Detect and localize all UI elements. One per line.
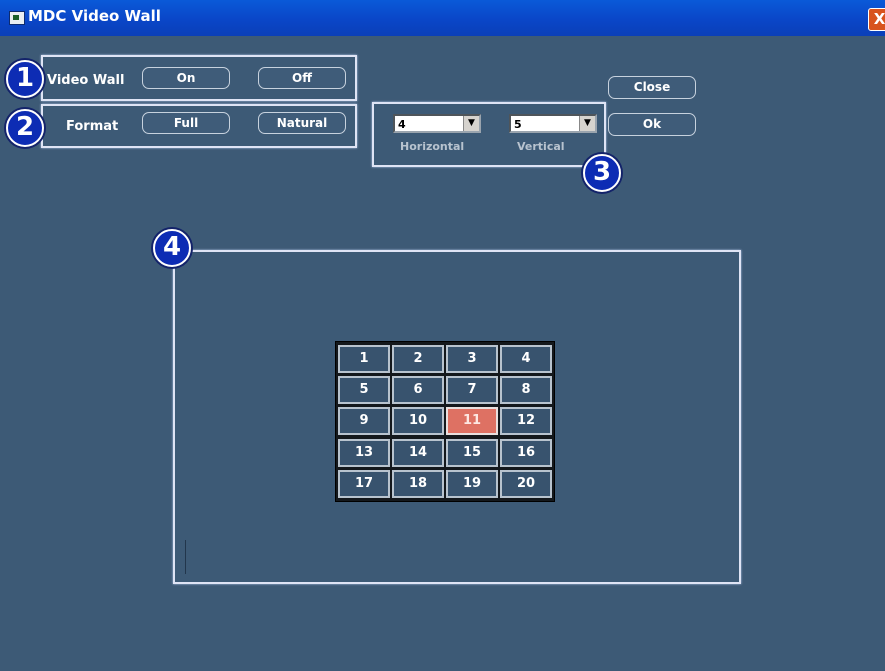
- grid-cell-8[interactable]: 8: [500, 376, 552, 405]
- grid-cell-2[interactable]: 2: [392, 345, 444, 373]
- vertical-dropdown-arrow-icon[interactable]: ▼: [579, 116, 595, 131]
- grid-cell-17[interactable]: 17: [338, 469, 390, 498]
- dimensions-panel: [372, 102, 606, 167]
- grid-cell-18[interactable]: 18: [392, 469, 444, 498]
- mdc-video-wall-window: MDC Video Wall X Video Wall On Off 1 For…: [0, 0, 885, 671]
- section-3-badge: 3: [583, 154, 621, 192]
- grid-cell-15[interactable]: 15: [446, 438, 498, 467]
- horizontal-label: Horizontal: [400, 140, 465, 153]
- grid-cell-1[interactable]: 1: [338, 345, 390, 373]
- section-2-badge: 2: [6, 109, 44, 147]
- grid-cell-14[interactable]: 14: [392, 438, 444, 467]
- app-icon: [9, 11, 25, 25]
- display-grid: 1 2 3 4 5 6 7 8 9 10 11 12 13 14 15 16 17 18 19 20: [335, 341, 555, 502]
- title-bar[interactable]: MDC Video Wall X: [0, 0, 885, 36]
- vertical-select[interactable]: 5 ▼: [509, 114, 597, 133]
- grid-cell-20[interactable]: 20: [500, 469, 552, 498]
- grid-cell-7[interactable]: 7: [446, 376, 498, 405]
- grid-cell-6[interactable]: 6: [392, 376, 444, 405]
- video-wall-on-button[interactable]: On: [142, 67, 230, 89]
- grid-cell-12[interactable]: 12: [500, 407, 552, 436]
- horizontal-value: 4: [398, 118, 406, 131]
- format-natural-button[interactable]: Natural: [258, 112, 346, 134]
- close-button[interactable]: Close: [608, 76, 696, 99]
- grid-cell-4[interactable]: 4: [500, 345, 552, 373]
- ok-button[interactable]: Ok: [608, 113, 696, 136]
- window-close-icon[interactable]: X: [868, 8, 885, 31]
- grid-cell-13[interactable]: 13: [338, 438, 390, 467]
- grid-cell-16[interactable]: 16: [500, 438, 552, 467]
- video-wall-label: Video Wall: [47, 73, 125, 88]
- grid-cell-9[interactable]: 9: [338, 407, 390, 436]
- grid-cell-10[interactable]: 10: [392, 407, 444, 436]
- video-wall-off-button[interactable]: Off: [258, 67, 346, 89]
- format-full-button[interactable]: Full: [142, 112, 230, 134]
- grid-cell-11[interactable]: 11: [446, 407, 498, 436]
- grid-cell-3[interactable]: 3: [446, 345, 498, 373]
- grid-cell-5[interactable]: 5: [338, 376, 390, 405]
- divider-line: [185, 540, 186, 574]
- window-title: MDC Video Wall: [28, 7, 161, 25]
- section-4-badge: 4: [153, 229, 191, 267]
- format-label: Format: [66, 119, 119, 134]
- vertical-label: Vertical: [517, 140, 565, 153]
- horizontal-select[interactable]: 4 ▼: [393, 114, 481, 133]
- grid-cell-19[interactable]: 19: [446, 469, 498, 498]
- horizontal-dropdown-arrow-icon[interactable]: ▼: [463, 116, 479, 131]
- section-1-badge: 1: [6, 60, 44, 98]
- vertical-value: 5: [514, 118, 522, 131]
